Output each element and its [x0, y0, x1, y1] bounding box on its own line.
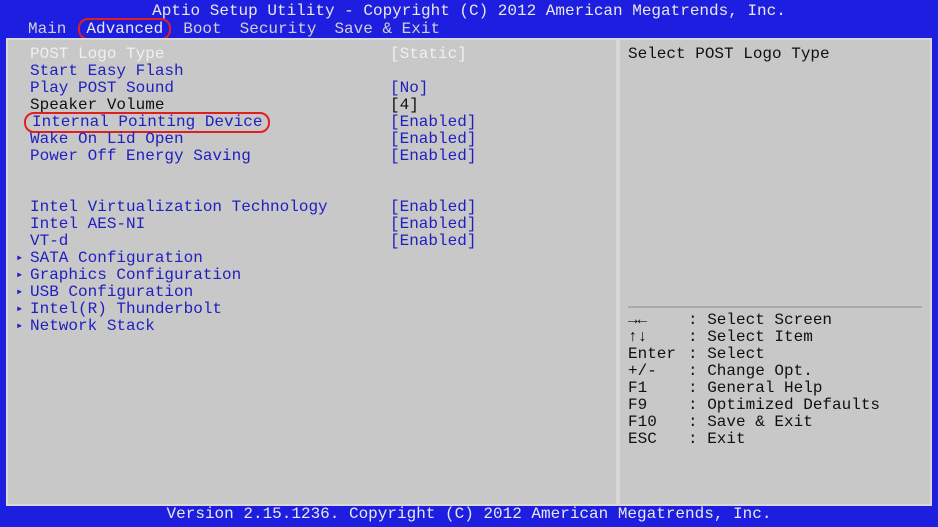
- submenu-usb-configuration[interactable]: USB Configuration: [30, 284, 608, 301]
- setting-intel-aes-ni[interactable]: Intel AES-NI [Enabled]: [30, 216, 608, 233]
- help-key-optimized-defaults: F9: Optimized Defaults: [628, 397, 922, 414]
- help-key-select-screen: →←: Select Screen: [628, 312, 922, 329]
- setting-intel-virtualization[interactable]: Intel Virtualization Technology [Enabled…: [30, 199, 608, 216]
- help-key-exit: ESC: Exit: [628, 431, 922, 448]
- submenu-label: USB Configuration: [30, 284, 390, 301]
- submenu-network-stack[interactable]: Network Stack: [30, 318, 608, 335]
- setting-value: [4]: [390, 97, 608, 114]
- body-area: POST Logo Type [Static] Start Easy Flash…: [0, 38, 938, 506]
- settings-panel: POST Logo Type [Static] Start Easy Flash…: [6, 38, 618, 506]
- setting-label: Start Easy Flash: [30, 63, 390, 80]
- submenu-intel-thunderbolt[interactable]: Intel(R) Thunderbolt: [30, 301, 608, 318]
- setting-label: POST Logo Type: [30, 46, 390, 63]
- help-key-general-help: F1: General Help: [628, 380, 922, 397]
- setting-play-post-sound[interactable]: Play POST Sound [No]: [30, 80, 608, 97]
- bios-footer-version: Version 2.15.1236. Copyright (C) 2012 Am…: [0, 506, 938, 526]
- submenu-graphics-configuration[interactable]: Graphics Configuration: [30, 267, 608, 284]
- setting-start-easy-flash[interactable]: Start Easy Flash: [30, 63, 608, 80]
- header-bar: Aptio Setup Utility - Copyright (C) 2012…: [0, 0, 938, 38]
- setting-wake-on-lid-open[interactable]: Wake On Lid Open [Enabled]: [30, 131, 608, 148]
- setting-value: [Enabled]: [390, 199, 608, 216]
- setting-value: [No]: [390, 80, 608, 97]
- help-keys: →←: Select Screen ↑↓: Select Item Enter:…: [628, 312, 922, 498]
- bios-setup-screen: Aptio Setup Utility - Copyright (C) 2012…: [0, 0, 938, 527]
- top-menu[interactable]: Main Advanced Boot Security Save & Exit: [0, 20, 938, 38]
- help-key-select: Enter: Select: [628, 346, 922, 363]
- setting-value: [Enabled]: [390, 216, 608, 233]
- setting-value: [Enabled]: [390, 233, 608, 250]
- setting-label: VT-d: [30, 233, 390, 250]
- submenu-label: Intel(R) Thunderbolt: [30, 301, 390, 318]
- help-divider: [628, 306, 922, 308]
- setting-vt-d[interactable]: VT-d [Enabled]: [30, 233, 608, 250]
- setting-value: [Static]: [390, 46, 608, 63]
- menu-boot[interactable]: Boot: [183, 20, 221, 38]
- help-panel: Select POST Logo Type →←: Select Screen …: [618, 38, 932, 506]
- help-key-change-opt: +/-: Change Opt.: [628, 363, 922, 380]
- setting-internal-pointing-device[interactable]: Internal Pointing Device [Enabled]: [30, 114, 608, 131]
- setting-power-off-energy-saving[interactable]: Power Off Energy Saving [Enabled]: [30, 148, 608, 165]
- submenu-label: Network Stack: [30, 318, 390, 335]
- bios-title: Aptio Setup Utility - Copyright (C) 2012…: [0, 0, 938, 20]
- setting-value: [Enabled]: [390, 131, 608, 148]
- submenu-sata-configuration[interactable]: SATA Configuration: [30, 250, 608, 267]
- setting-label: Wake On Lid Open: [30, 131, 390, 148]
- setting-label: Play POST Sound: [30, 80, 390, 97]
- menu-save-exit[interactable]: Save & Exit: [334, 20, 440, 38]
- setting-post-logo-type[interactable]: POST Logo Type [Static]: [30, 46, 608, 63]
- setting-label: Intel Virtualization Technology: [30, 199, 390, 216]
- menu-advanced-highlight: Advanced: [78, 18, 171, 40]
- menu-main[interactable]: Main: [28, 20, 66, 38]
- menu-advanced[interactable]: Advanced: [86, 20, 163, 38]
- setting-label: Power Off Energy Saving: [30, 148, 390, 165]
- setting-value: [390, 63, 608, 80]
- setting-value: [Enabled]: [390, 148, 608, 165]
- help-key-save-exit: F10: Save & Exit: [628, 414, 922, 431]
- menu-security[interactable]: Security: [240, 20, 317, 38]
- setting-label: Intel AES-NI: [30, 216, 390, 233]
- submenu-label: Graphics Configuration: [30, 267, 390, 284]
- setting-label: Internal Pointing Device: [30, 114, 390, 131]
- setting-value: [Enabled]: [390, 114, 608, 131]
- submenu-label: SATA Configuration: [30, 250, 390, 267]
- help-description: Select POST Logo Type: [628, 46, 922, 63]
- help-key-select-item: ↑↓: Select Item: [628, 329, 922, 346]
